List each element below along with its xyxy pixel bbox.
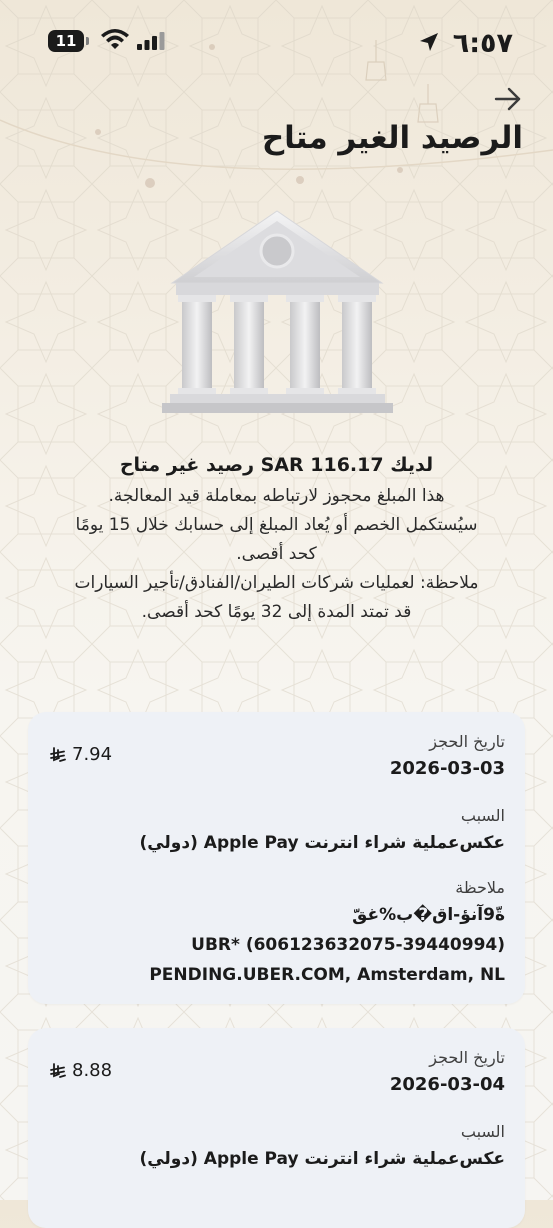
info-line: هذا المبلغ محجوز لارتباطه بمعاملة قيد ال… xyxy=(108,486,445,506)
booking-date-value: 2026-03-03 xyxy=(389,758,505,779)
reason-label: السبب xyxy=(460,806,505,825)
cellular-signal-icon xyxy=(137,32,165,50)
note-line: PENDING.UBER.COM, Amsterdam, NL xyxy=(149,965,505,985)
note-line: UBR* (606123632075-39440994) xyxy=(191,935,505,955)
transaction-card: تاريخ الحجز 2026-03-03 7.94 السبب عكس‌عم… xyxy=(28,712,525,1004)
info-line: كحد أقصى. xyxy=(236,544,317,564)
arrow-right-icon[interactable] xyxy=(493,86,523,112)
note-line: ةّ9آ‌نؤ-اق�ب%غقّ xyxy=(352,905,505,925)
battery-icon: 11 xyxy=(48,30,90,52)
transaction-card: تاريخ الحجز 2026-03-04 8.88 السبب عكس‌عم… xyxy=(28,1028,525,1228)
info-line: سيُستكمل الخصم أو يُعاد المبلغ إلى حسابك… xyxy=(75,515,478,535)
booking-date-label: تاريخ الحجز xyxy=(429,1048,505,1067)
info-line: قد تمتد المدة إلى 32 يومًا كحد أقصى. xyxy=(141,602,412,622)
unavailable-balance-headline: لديك SAR 116.17 رصيد غير متاح xyxy=(119,454,434,476)
reason-value: عكس‌عملية شراء انترنت Apple Pay (دولي) xyxy=(139,1149,505,1169)
transaction-amount: 7.94 xyxy=(50,744,112,765)
transaction-amount: 8.88 xyxy=(50,1060,112,1081)
battery-level: 11 xyxy=(55,32,77,50)
amount-value: 8.88 xyxy=(72,1060,113,1081)
info-line: ملاحظة: لعمليات شركات الطيران/الفنادق/تأ… xyxy=(74,573,479,593)
note-label: ملاحظة xyxy=(455,878,505,897)
saudi-riyal-icon xyxy=(50,1063,66,1078)
booking-date-value: 2026-03-04 xyxy=(389,1074,505,1095)
status-time: ٦:٥٧ xyxy=(452,28,513,59)
page-title: الرصيد الغير متاح xyxy=(261,120,523,156)
bank-building-icon xyxy=(162,210,393,413)
reason-label: السبب xyxy=(460,1122,505,1141)
reason-value: عكس‌عملية شراء انترنت Apple Pay (دولي) xyxy=(139,833,505,853)
location-arrow-icon xyxy=(420,33,438,51)
status-bar: 11 ٦:٥٧ xyxy=(0,0,553,84)
saudi-riyal-icon xyxy=(50,747,66,762)
booking-date-label: تاريخ الحجز xyxy=(429,732,505,751)
amount-value: 7.94 xyxy=(72,744,113,765)
wifi-icon xyxy=(101,29,129,49)
unavailable-balance-info: لديك SAR 116.17 رصيد غير متاح هذا المبلغ… xyxy=(20,450,533,627)
